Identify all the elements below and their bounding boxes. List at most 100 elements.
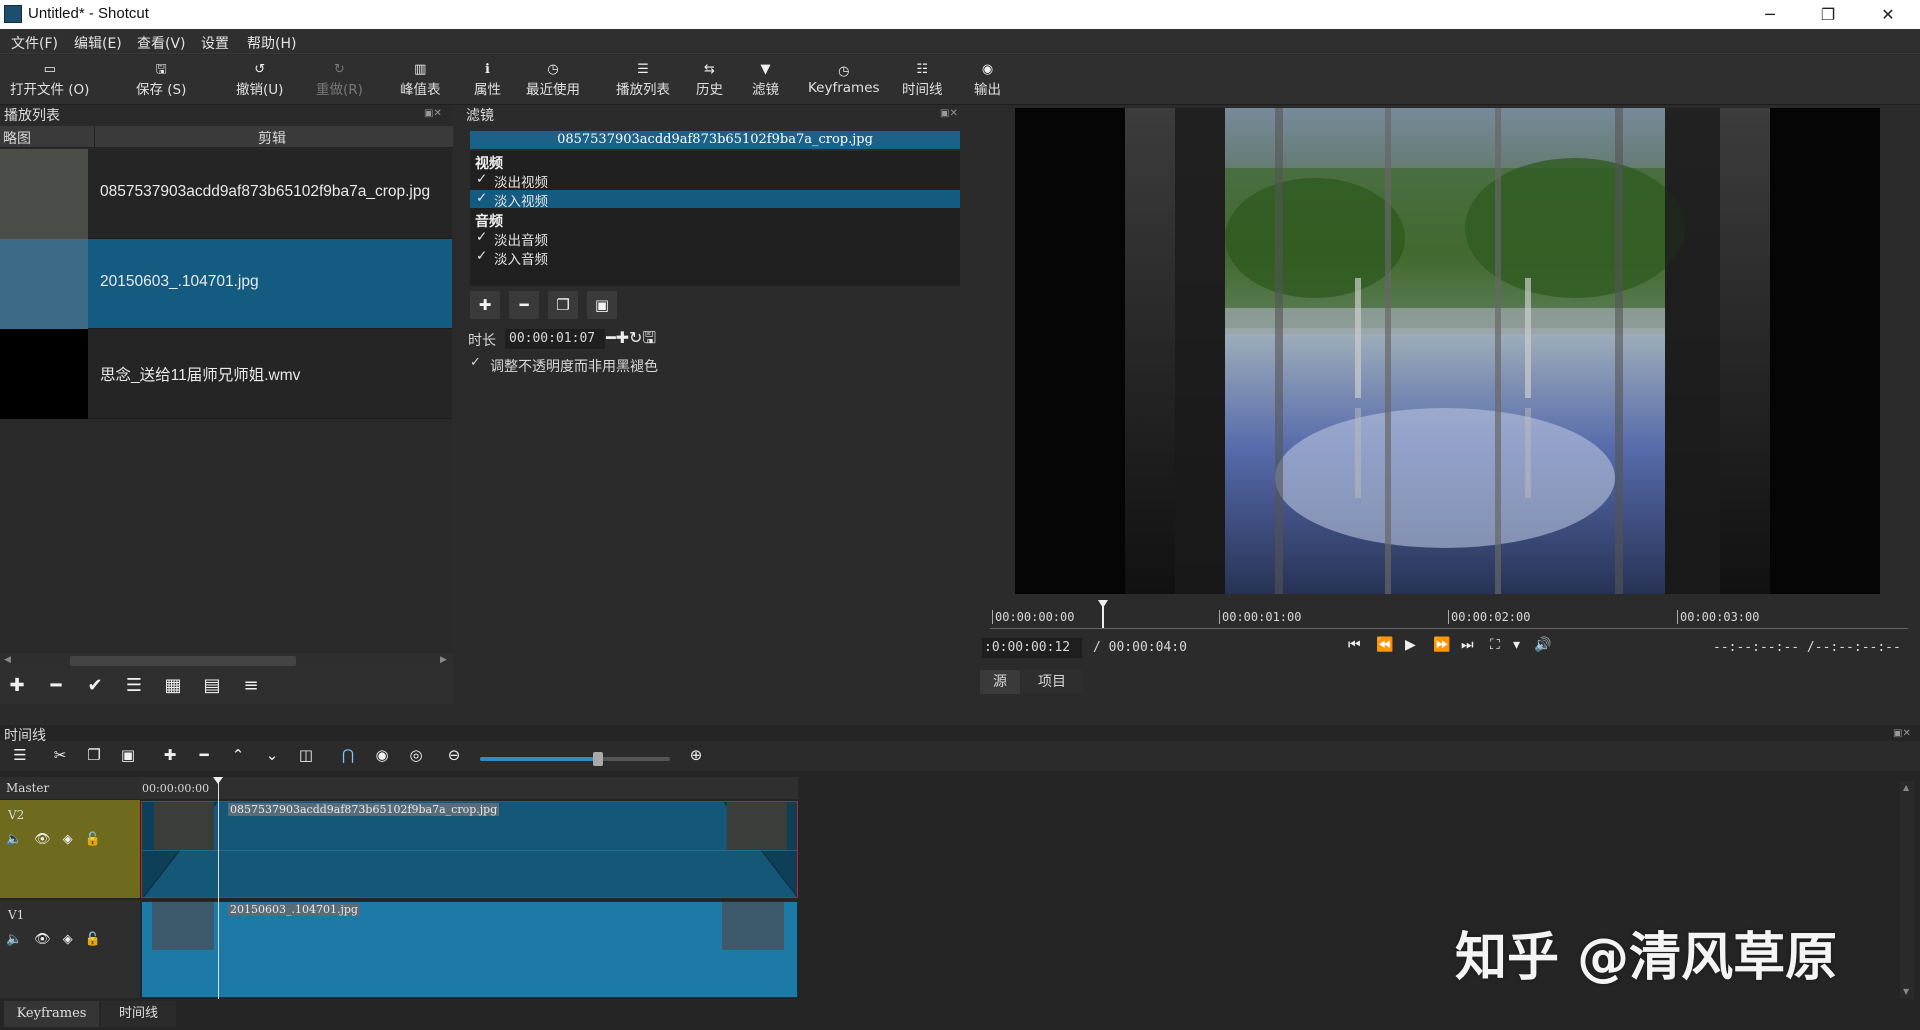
rewind-icon[interactable]: ⏪ <box>1376 637 1393 653</box>
copy-filter-icon[interactable]: ❐ <box>548 291 578 319</box>
zoom-fit-icon[interactable]: ⛶ <box>1490 637 1500 653</box>
menu-view[interactable]: 查看(V) <box>137 33 186 53</box>
toolbar-meter-button[interactable]: ▥ 峰值表 <box>400 55 441 105</box>
in-out-timecode: --:--:--:-- /--:--:--:-- <box>1713 640 1901 655</box>
menu-help[interactable]: 帮助(H) <box>247 33 296 53</box>
ripple-icon[interactable]: ◎ <box>402 741 430 769</box>
toolbar-stopwatch-button[interactable]: ◷ Keyframes <box>808 55 880 105</box>
menu-settings[interactable]: 设置 <box>201 33 229 53</box>
track-header-v2[interactable]: V2 🔈👁◈🔓 <box>0 800 140 898</box>
fast-forward-icon[interactable]: ⏩ <box>1433 637 1450 653</box>
minimize-button[interactable]: ─ <box>1742 0 1798 29</box>
filter-checkbox[interactable]: ✓ <box>476 171 487 187</box>
skip-next-icon[interactable]: ⏭ <box>1461 637 1474 653</box>
toolbar-info-button[interactable]: ℹ 属性 <box>474 55 501 105</box>
toolbar-timeline-button[interactable]: ☷ 时间线 <box>902 55 943 105</box>
timeline-clip-v2[interactable]: 0857537903acdd9af873b65102f9ba7a_crop.jp… <box>141 801 798 898</box>
filter-item[interactable]: ✓ 淡入视频 <box>470 190 960 210</box>
duration-controls[interactable]: ━✚↻🖫 <box>606 327 656 354</box>
clock-icon: ◷ <box>547 62 559 77</box>
tiles-view-icon[interactable]: ▦ <box>158 671 188 699</box>
filter-checkbox[interactable]: ✓ <box>476 248 487 264</box>
timeline-ruler[interactable]: 00:00:00:00 <box>140 777 798 799</box>
close-button[interactable]: ✕ <box>1860 0 1916 29</box>
zoom-in-icon[interactable]: ⊕ <box>682 741 710 769</box>
position-timecode[interactable]: :0:00:00:12 <box>982 638 1082 658</box>
redo-icon: ↻ <box>334 62 345 77</box>
track-controls-v2[interactable]: 🔈👁◈🔓 <box>6 832 113 847</box>
menu-edit[interactable]: 编辑(E) <box>74 33 122 53</box>
toolbar-export-button[interactable]: ◉ 输出 <box>974 55 1001 105</box>
append-icon[interactable]: ✚ <box>156 741 184 769</box>
tab-source[interactable]: 源 <box>980 670 1020 694</box>
play-icon[interactable]: ▶ <box>1405 637 1416 653</box>
player-ruler[interactable]: 00:00:00:00 00:00:01:00 00:00:02:00 00:0… <box>990 600 1908 630</box>
filter-item[interactable]: ✓ 淡出音频 <box>470 229 960 249</box>
toolbar-clock-button[interactable]: ◷ 最近使用 <box>526 55 580 105</box>
filter-item[interactable]: ✓ 淡出视频 <box>470 171 960 191</box>
playlist-item[interactable]: 思念_送给11届师兄师姐.wmv <box>0 329 452 419</box>
playlist-item[interactable]: 20150603_.104701.jpg <box>0 239 452 329</box>
adjust-opacity-checkbox[interactable]: ✓ <box>470 355 481 370</box>
filter-item[interactable]: ✓ 淡入音频 <box>470 248 960 268</box>
toolbar-undo-button[interactable]: ↺ 撤销(U) <box>236 55 283 105</box>
add-filter-icon[interactable]: ✚ <box>470 291 500 319</box>
toolbar-label: 撤销(U) <box>236 82 284 98</box>
paste-icon[interactable]: ▣ <box>114 741 142 769</box>
volume-icon[interactable]: 🔊 <box>1534 637 1551 653</box>
toolbar-save-button[interactable]: 🖫 保存 (S) <box>136 55 186 105</box>
menu-file[interactable]: 文件(F) <box>11 33 58 53</box>
zoom-out-icon[interactable]: ⊖ <box>440 741 468 769</box>
toolbar-history-button[interactable]: ⇆ 历史 <box>696 55 723 105</box>
copy-icon[interactable]: ❐ <box>80 741 108 769</box>
timeline-menu-icon[interactable]: ☰ <box>6 741 34 769</box>
playlist-item[interactable]: 0857537903acdd9af873b65102f9ba7a_crop.jp… <box>0 149 452 239</box>
track-header-v1[interactable]: V1 🔈👁◈🔓 <box>0 900 140 998</box>
clip-thumb-end <box>727 802 787 850</box>
col-thumbnail[interactable]: 略图 <box>3 128 31 148</box>
cut-icon[interactable]: ✂ <box>46 741 74 769</box>
track-controls-v1[interactable]: 🔈👁◈🔓 <box>6 932 113 947</box>
filter-list[interactable]: 视频 ✓ 淡出视频 ✓ 淡入视频 音频 ✓ 淡出音频 ✓ 淡入音频 <box>470 151 960 286</box>
ruler-tick-1: 00:00:01:00 <box>1219 610 1301 624</box>
dock-float-close-icon[interactable]: ▣✕ <box>424 108 442 119</box>
snap-icon[interactable]: ⋂ <box>334 741 362 769</box>
icons-view-icon[interactable]: ▤ <box>197 671 227 699</box>
tab-keyframes[interactable]: Keyframes <box>4 1001 99 1027</box>
video-preview[interactable] <box>1015 108 1880 594</box>
col-clip[interactable]: 剪辑 <box>258 128 286 148</box>
scrub-icon[interactable]: ◉ <box>368 741 396 769</box>
toolbar-redo-button[interactable]: ↻ 重做(R) <box>316 55 363 105</box>
timeline-playhead[interactable] <box>218 777 219 999</box>
add-icon[interactable]: ✚ <box>2 671 32 699</box>
playlist-item-name: 0857537903acdd9af873b65102f9ba7a_crop.jp… <box>100 183 431 200</box>
menu-icon[interactable]: ≡ <box>236 671 266 699</box>
lift-icon[interactable]: ⌃ <box>224 741 252 769</box>
details-view-icon[interactable]: ☰ <box>119 671 149 699</box>
zoom-slider-handle[interactable] <box>593 752 603 766</box>
tab-project[interactable]: 项目 <box>1022 670 1082 694</box>
remove-icon[interactable]: ━ <box>41 671 71 699</box>
remove-icon[interactable]: ━ <box>190 741 218 769</box>
maximize-button[interactable]: ❐ <box>1800 0 1856 29</box>
timeline-vscrollbar[interactable]: ▲ ▼ <box>1900 781 1914 999</box>
duration-field[interactable]: 00:00:01:07 <box>505 329 605 349</box>
split-icon[interactable]: ◫ <box>292 741 320 769</box>
overwrite-icon[interactable]: ⌄ <box>258 741 286 769</box>
dropdown-icon[interactable]: ▾ <box>1513 637 1520 653</box>
remove-filter-icon[interactable]: ━ <box>509 291 539 319</box>
paste-filter-icon[interactable]: ▣ <box>587 291 617 319</box>
timeline-clip-v1[interactable]: 20150603_.104701.jpg <box>141 901 798 998</box>
scroll-thumb[interactable] <box>70 656 296 666</box>
dock-float-close-icon[interactable]: ▣✕ <box>1893 728 1911 739</box>
tab-timeline[interactable]: 时间线 <box>101 1001 176 1027</box>
check-icon[interactable]: ✔ <box>80 671 110 699</box>
filter-checkbox[interactable]: ✓ <box>476 229 487 245</box>
zoom-slider[interactable] <box>480 752 670 766</box>
dock-float-close-icon[interactable]: ▣✕ <box>940 108 958 119</box>
toolbar-list-button[interactable]: ☰ 播放列表 <box>616 55 670 105</box>
filter-checkbox[interactable]: ✓ <box>476 190 487 206</box>
skip-previous-icon[interactable]: ⏮ <box>1348 637 1361 653</box>
toolbar-open-button[interactable]: ▭ 打开文件 (O) <box>10 55 89 105</box>
toolbar-filter-button[interactable]: ▼ 滤镜 <box>752 55 779 105</box>
